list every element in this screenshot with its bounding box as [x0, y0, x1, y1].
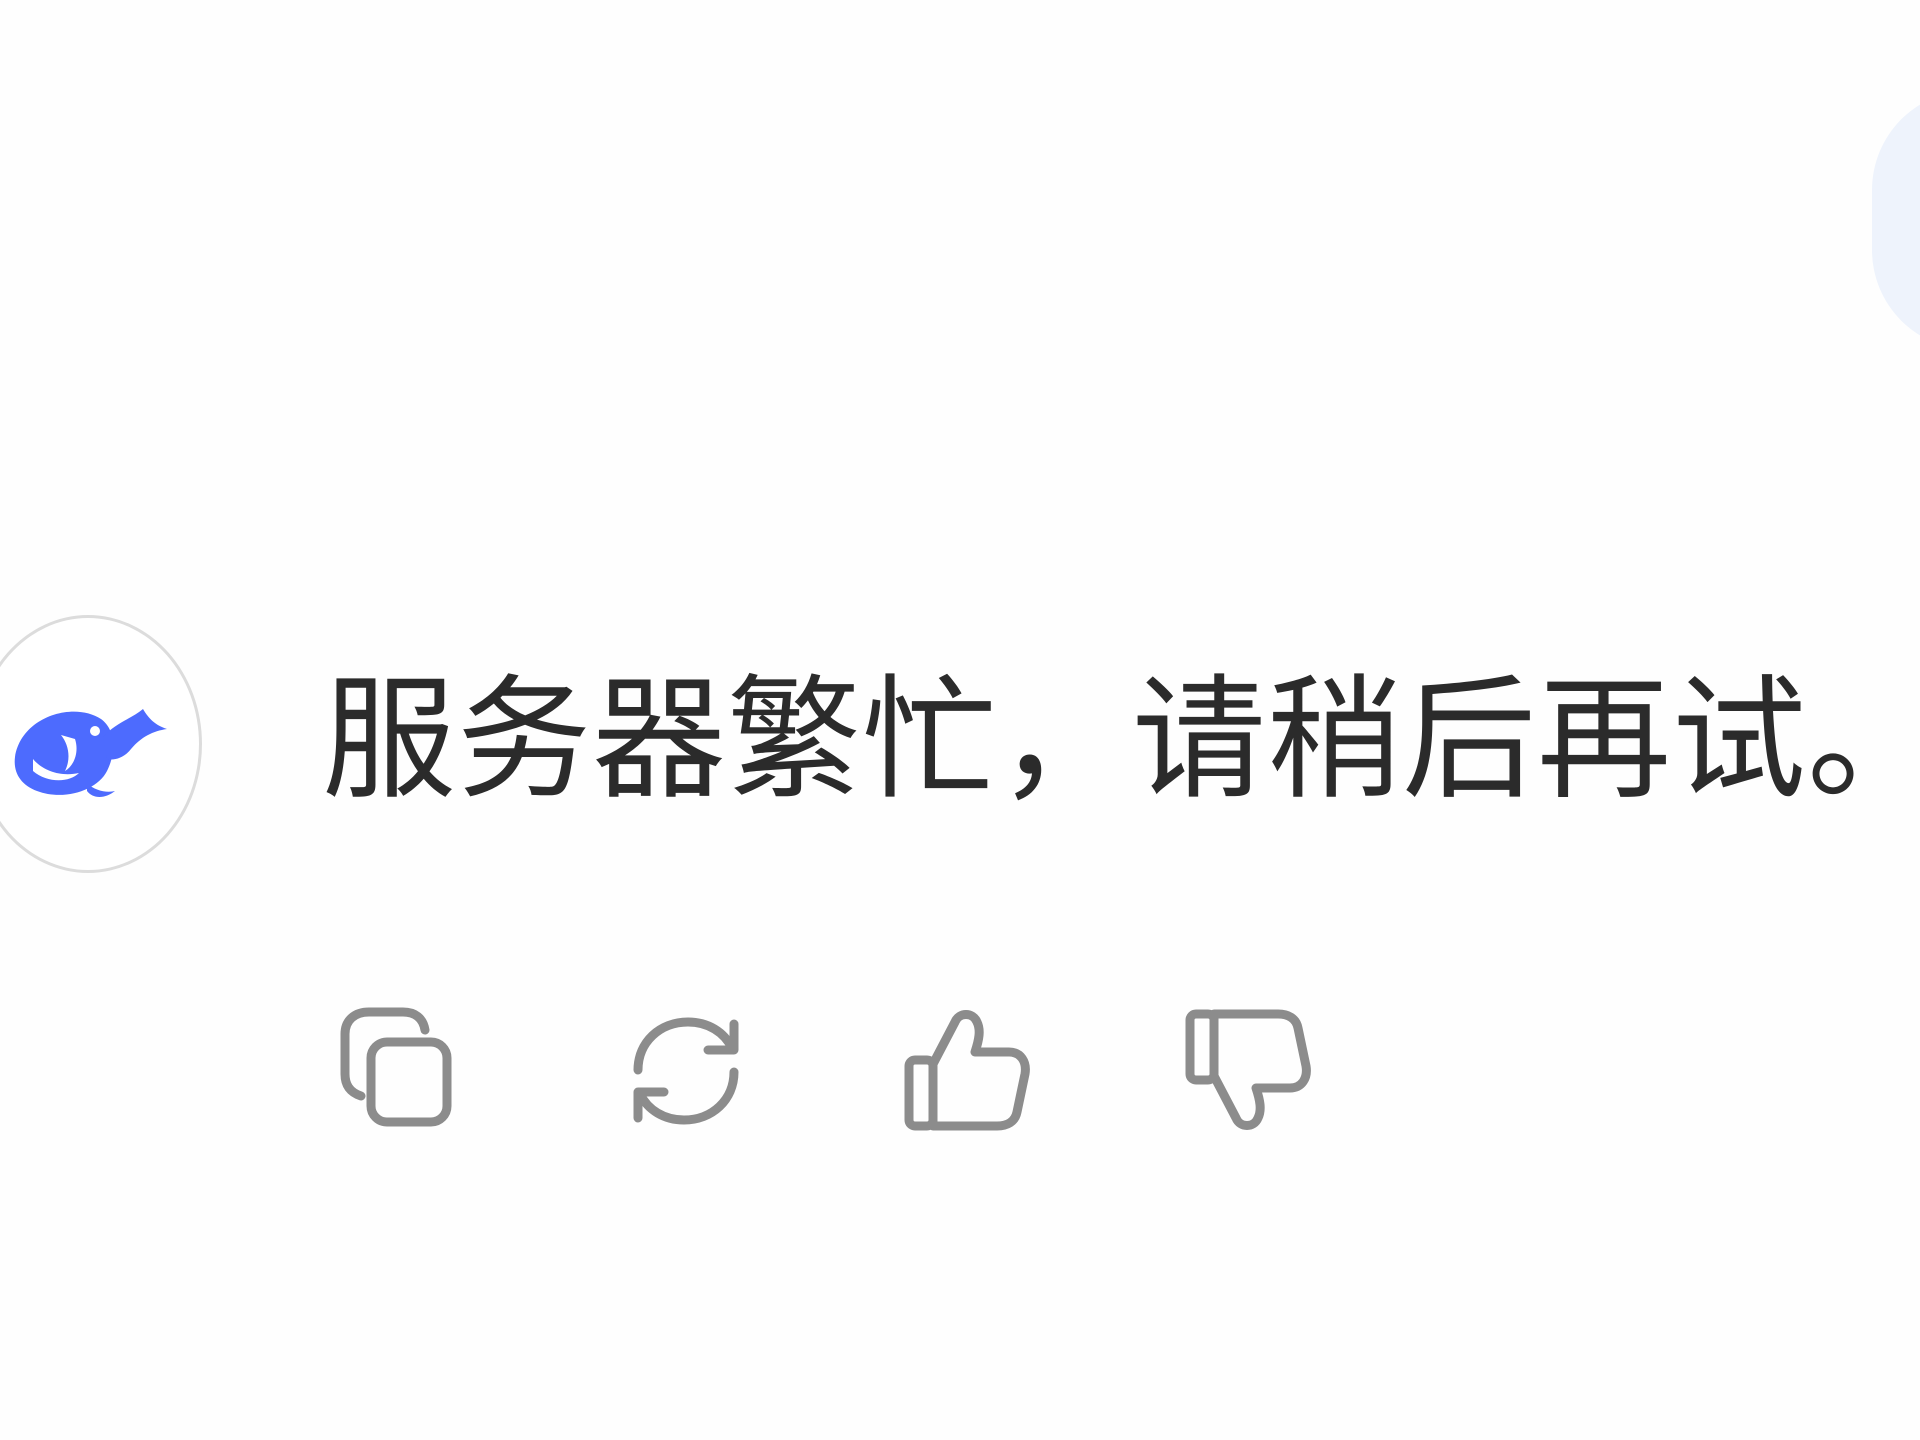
deepseek-whale-logo-icon [14, 709, 167, 797]
message-actions [330, 990, 1454, 1150]
regenerate-button[interactable] [611, 990, 761, 1150]
copy-button[interactable] [330, 990, 480, 1150]
like-button[interactable] [892, 990, 1042, 1150]
regenerate-icon [633, 1017, 739, 1125]
assistant-message-text: 服务器繁忙，请稍后再试。 [322, 662, 1920, 818]
copy-icon [340, 1007, 452, 1127]
chat-view: 服务器繁忙，请稍后再试。 [0, 0, 1920, 1440]
assistant-message: 服务器繁忙，请稍后再试。 [0, 615, 1920, 875]
dislike-button[interactable] [1173, 990, 1323, 1150]
user-message-bubble [1872, 90, 1920, 350]
assistant-avatar [0, 615, 202, 873]
thumbs-up-icon [904, 1010, 1030, 1131]
thumbs-down-icon [1185, 1009, 1311, 1130]
